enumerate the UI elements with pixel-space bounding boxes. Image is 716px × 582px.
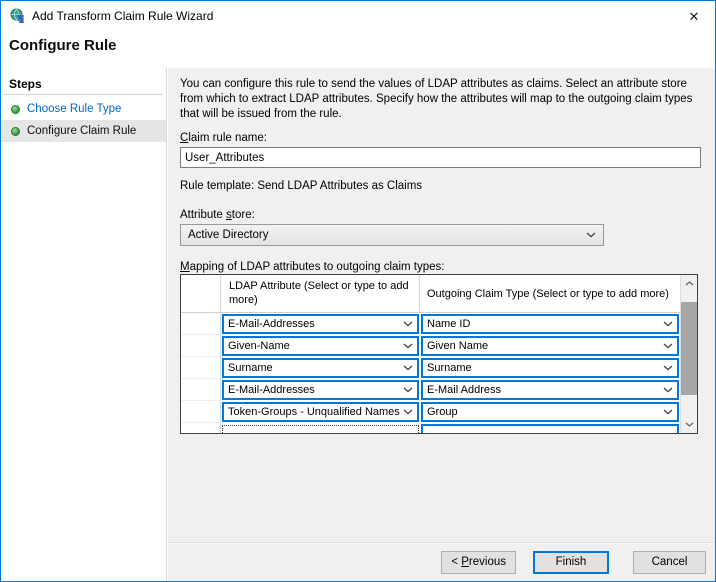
- step-completed-icon: [11, 127, 20, 136]
- row-selector[interactable]: [181, 379, 221, 401]
- outgoing-claim-select[interactable]: E-Mail Address: [421, 380, 679, 400]
- sidebar-item-label: Choose Rule Type: [27, 103, 121, 115]
- chevron-down-icon: [400, 321, 413, 327]
- step-completed-icon: [11, 105, 20, 114]
- new-outgoing-claim-cell[interactable]: [421, 424, 679, 433]
- title-bar: Add Transform Claim Rule Wizard ✕: [1, 1, 715, 31]
- row-selector[interactable]: [181, 401, 221, 423]
- attribute-store-value: Active Directory: [188, 229, 269, 241]
- row-selector[interactable]: [181, 335, 221, 357]
- table-header-row: LDAP Attribute (Select or type to add mo…: [181, 275, 680, 313]
- rule-description: You can configure this rule to send the …: [180, 77, 709, 122]
- table-row: E-Mail-AddressesE-Mail Address: [181, 379, 680, 401]
- claim-rule-name-label: Claim rule name:: [180, 132, 267, 144]
- chevron-down-icon: [400, 343, 413, 349]
- ldap-attribute-select[interactable]: E-Mail-Addresses: [222, 314, 419, 334]
- scroll-up-button[interactable]: [681, 275, 697, 292]
- table-row: E-Mail-AddressesName ID: [181, 313, 680, 335]
- scrollbar-thumb[interactable]: [681, 302, 697, 395]
- attribute-store-label: Attribute store:: [180, 209, 255, 221]
- table-row: Token-Groups - Unqualified NamesGroup: [181, 401, 680, 423]
- chevron-down-icon: [400, 409, 413, 415]
- table-row: Given-NameGiven Name: [181, 335, 680, 357]
- outgoing-claim-select[interactable]: Group: [421, 402, 679, 422]
- cancel-button[interactable]: Cancel: [633, 551, 706, 574]
- chevron-up-icon: [685, 281, 694, 286]
- chevron-down-icon: [660, 387, 673, 393]
- chevron-down-icon: [400, 365, 413, 371]
- steps-sidebar: Steps Choose Rule Type Configure Claim R…: [1, 68, 167, 581]
- ldap-attribute-select[interactable]: Token-Groups - Unqualified Names: [222, 402, 419, 422]
- previous-button[interactable]: < Previous: [441, 551, 516, 574]
- ldap-attribute-header: LDAP Attribute (Select or type to add mo…: [221, 275, 420, 312]
- chevron-down-icon: [400, 387, 413, 393]
- page-title: Configure Rule: [9, 37, 117, 54]
- rule-template-text: Rule template: Send LDAP Attributes as C…: [180, 180, 422, 192]
- new-ldap-attribute-cell[interactable]: [222, 425, 419, 433]
- row-selector-header: [181, 275, 221, 312]
- outgoing-claim-select[interactable]: Name ID: [421, 314, 679, 334]
- row-selector[interactable]: [181, 313, 221, 335]
- table-row-partial: [181, 423, 680, 433]
- chevron-down-icon: [685, 422, 694, 427]
- ldap-attribute-select[interactable]: E-Mail-Addresses: [222, 380, 419, 400]
- chevron-down-icon: [660, 409, 673, 415]
- steps-divider: [3, 94, 163, 95]
- wizard-window: Add Transform Claim Rule Wizard ✕ Config…: [0, 0, 716, 582]
- main-panel: You can configure this rule to send the …: [168, 68, 715, 542]
- chevron-down-icon: [660, 321, 673, 327]
- scroll-down-button[interactable]: [681, 416, 697, 433]
- close-button[interactable]: ✕: [681, 5, 707, 29]
- sidebar-item-label: Configure Claim Rule: [27, 125, 136, 137]
- outgoing-claim-select[interactable]: Given Name: [421, 336, 679, 356]
- steps-heading: Steps: [9, 77, 42, 91]
- mapping-table: LDAP Attribute (Select or type to add mo…: [180, 274, 698, 434]
- row-selector[interactable]: [181, 423, 221, 433]
- finish-button[interactable]: Finish: [533, 551, 609, 574]
- mapping-rows: E-Mail-AddressesName IDGiven-NameGiven N…: [181, 313, 680, 423]
- sidebar-item-choose-rule-type[interactable]: Choose Rule Type: [1, 98, 166, 120]
- chevron-down-icon: [660, 365, 673, 371]
- chevron-down-icon: [586, 232, 596, 238]
- attribute-store-select[interactable]: Active Directory: [180, 224, 604, 246]
- mapping-grid: LDAP Attribute (Select or type to add mo…: [181, 275, 680, 433]
- mapping-label: Mapping of LDAP attributes to outgoing c…: [180, 261, 444, 273]
- sidebar-item-configure-claim-rule[interactable]: Configure Claim Rule: [1, 120, 166, 142]
- claim-rule-name-input[interactable]: [180, 147, 701, 168]
- outgoing-claim-select[interactable]: Surname: [421, 358, 679, 378]
- row-selector[interactable]: [181, 357, 221, 379]
- adfs-wizard-icon: [10, 8, 26, 24]
- table-row: SurnameSurname: [181, 357, 680, 379]
- ldap-attribute-select[interactable]: Given-Name: [222, 336, 419, 356]
- window-title: Add Transform Claim Rule Wizard: [32, 9, 213, 23]
- outgoing-claim-header: Outgoing Claim Type (Select or type to a…: [420, 275, 680, 312]
- button-bar: < Previous Finish Cancel: [168, 542, 715, 581]
- chevron-down-icon: [660, 343, 673, 349]
- ldap-attribute-select[interactable]: Surname: [222, 358, 419, 378]
- table-scrollbar[interactable]: [680, 275, 697, 433]
